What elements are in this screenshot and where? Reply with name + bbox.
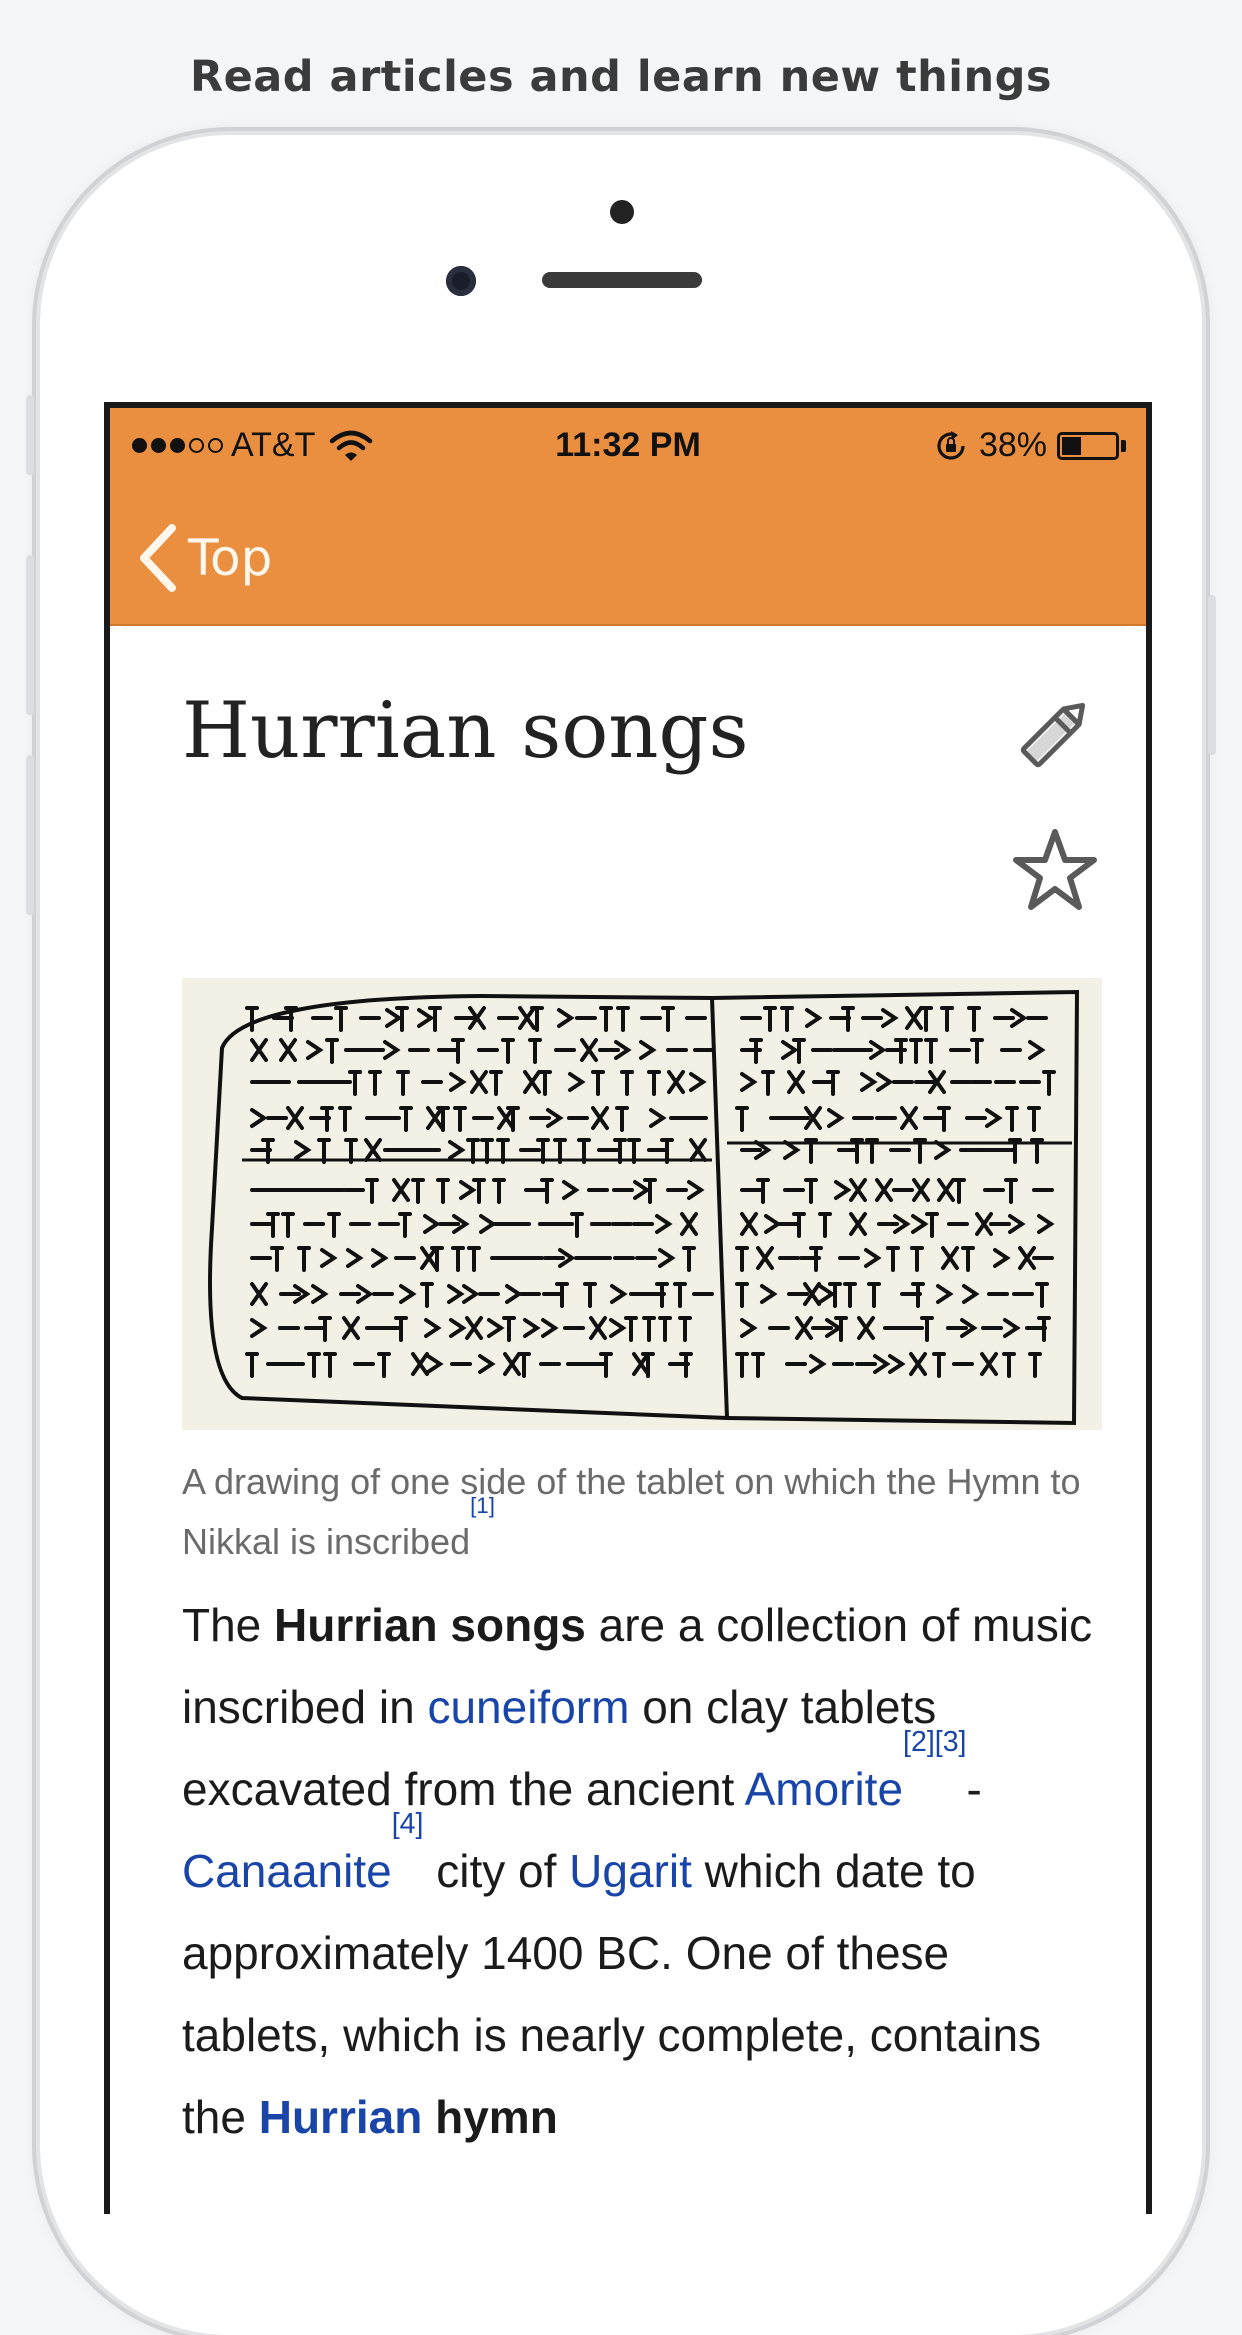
citation-link-2[interactable]: [2] — [903, 1726, 935, 1758]
earpiece-speaker — [542, 272, 702, 288]
link-ugarit[interactable]: Ugarit — [569, 1845, 692, 1897]
link-hurrian[interactable]: Hurrian — [259, 2091, 423, 2143]
pencil-icon[interactable] — [1010, 688, 1100, 778]
bold-term: hymn — [435, 2091, 558, 2143]
link-cuneiform[interactable]: cuneiform — [427, 1681, 629, 1733]
power-button — [1208, 595, 1216, 755]
citation-link-4[interactable]: [4] — [392, 1808, 424, 1840]
phone-screen: AT&T 11:32 PM 38% Top Hurrian songs A dr… — [104, 402, 1152, 2214]
caption-text: A drawing of one side of the tablet on w… — [182, 1461, 1081, 1562]
mute-switch — [26, 395, 34, 475]
text-segment: The — [182, 1599, 275, 1651]
text-segment: city of — [423, 1845, 570, 1897]
back-button-label: Top — [188, 529, 273, 587]
cuneiform-tablet-image[interactable] — [182, 978, 1102, 1430]
proximity-sensor — [610, 200, 634, 224]
back-button[interactable]: Top — [136, 522, 272, 594]
star-icon[interactable] — [1010, 826, 1100, 916]
link-canaanite[interactable]: Canaanite — [182, 1845, 392, 1897]
link-amorite[interactable]: Amorite — [745, 1763, 903, 1815]
battery-tip — [1121, 439, 1126, 452]
front-camera — [446, 266, 476, 296]
tablet-drawing — [182, 978, 1102, 1430]
bold-term: Hurrian songs — [274, 1599, 586, 1651]
chevron-left-icon — [140, 524, 176, 592]
citation-link-3[interactable]: [3] — [935, 1726, 967, 1758]
promo-headline: Read articles and learn new things — [190, 52, 1052, 102]
rotation-lock-icon — [937, 430, 965, 460]
article-title: Hurrian songs — [182, 686, 749, 776]
text-segment: - — [966, 1763, 982, 1815]
navigation-bar: Top — [110, 492, 1146, 626]
battery-percent: 38% — [978, 426, 1047, 464]
volume-up-button — [26, 555, 34, 715]
text-segment — [422, 2091, 435, 2143]
volume-down-button — [26, 755, 34, 915]
status-right: 38% — [933, 426, 1126, 465]
battery-icon — [1057, 431, 1119, 460]
status-bar: AT&T 11:32 PM 38% — [110, 408, 1146, 492]
article-intro-paragraph: The Hurrian songs are a collection of mu… — [182, 1584, 1102, 2158]
citation-link-1[interactable]: [1] — [470, 1493, 495, 1518]
image-caption: A drawing of one side of the tablet on w… — [182, 1452, 1102, 1572]
